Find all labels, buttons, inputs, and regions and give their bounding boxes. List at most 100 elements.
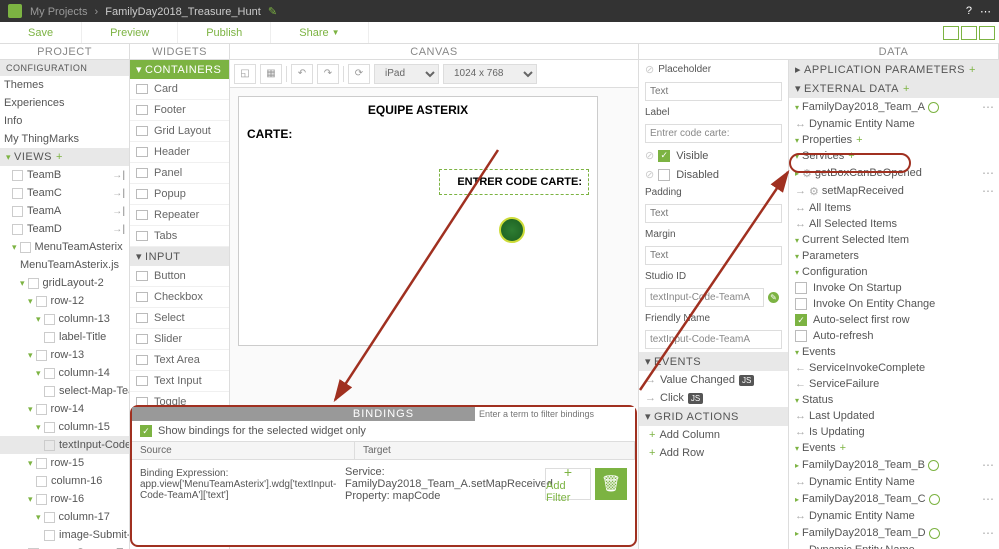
all-items-node[interactable]: ↔All Items [789,200,999,216]
add-row-button[interactable]: +Add Row [639,444,788,462]
parameters-node[interactable]: ▾Parameters [789,248,999,264]
row-15-item[interactable]: row-15 [0,454,129,472]
all-selected-items-node[interactable]: ↔All Selected Items [789,216,999,232]
add-filter-button[interactable]: +Add Filter [545,468,591,500]
widget-header[interactable]: Header [130,142,229,163]
breadcrumb-root[interactable]: My Projects [30,6,87,18]
is-updating-item[interactable]: ↔Is Updating [789,424,999,440]
properties-node[interactable]: ▾Properties+ [789,132,999,148]
status-node[interactable]: ▾Status [789,392,999,408]
column-15-item[interactable]: column-15 [0,418,129,436]
studio-id-input[interactable] [645,288,764,307]
textinput-code-item[interactable]: textInput-Code-TeamA [0,436,129,454]
studio-id-link-icon[interactable]: ✎ [768,292,779,303]
gridlayout-item[interactable]: gridLayout-2 [0,274,129,292]
menu-js-item[interactable]: MenuTeamAsterix.js [0,256,129,274]
column-13-item[interactable]: column-13 [0,310,129,328]
team-c-dyn[interactable]: ↔Dynamic Entity Name [789,508,999,524]
column-17-item[interactable]: column-17 [0,508,129,526]
click-event[interactable]: →ClickJS [639,389,788,407]
label-input[interactable] [645,124,782,143]
column-14-item[interactable]: column-14 [0,364,129,382]
label-title-item[interactable]: label-Title [0,328,129,346]
breadcrumb-project[interactable]: FamilyDay2018_Treasure_Hunt [105,6,261,18]
service-failure-event[interactable]: ←ServiceFailure [789,376,999,392]
widget-popup[interactable]: Popup [130,184,229,205]
delete-binding-button[interactable]: 🗑 [595,468,627,500]
menu-icon[interactable]: ⋯ [980,5,991,18]
visible-checkbox[interactable]: ✓ [658,150,670,162]
undo-button[interactable]: ↶ [291,64,313,84]
team-b-entity[interactable]: ▸FamilyDay2018_Team_B⋯ [789,456,999,474]
service-getbox[interactable]: ▸⚙getBoxCanBeOpened⋯ [789,164,999,182]
widget-slider[interactable]: Slider [130,329,229,350]
select-map-item[interactable]: select-Map-TeamA [0,382,129,400]
widget-panel[interactable]: Panel [130,163,229,184]
resolution-select[interactable]: 1024 x 768 [443,64,537,84]
last-updated-item[interactable]: ↔Last Updated [789,408,999,424]
value-changed-event[interactable]: →Value ChangedJS [639,371,788,389]
placeholder-input[interactable] [645,82,782,101]
rotate-button[interactable]: ⟳ [348,64,370,84]
code-input-widget[interactable]: ENTRER CODE CARTE: [439,169,589,195]
widget-tabs[interactable]: Tabs [130,226,229,247]
view-layout-2-icon[interactable] [961,26,977,40]
add-column-button[interactable]: +Add Column [639,426,788,444]
view-layout-1-icon[interactable] [943,26,959,40]
configuration-node[interactable]: ▾Configuration [789,264,999,280]
team-a-entity[interactable]: ▾FamilyDay2018_Team_A⋯ [789,98,999,116]
row-13-item[interactable]: row-13 [0,346,129,364]
publish-button[interactable]: Publish [178,22,271,43]
team-a-view[interactable]: TeamA→| [0,202,129,220]
themes-item[interactable]: Themes [0,76,129,94]
team-d-entity[interactable]: ▸FamilyDay2018_Team_D⋯ [789,524,999,542]
preview-button[interactable]: Preview [82,22,178,43]
image-submit-item[interactable]: image-Submit-TeamA [0,526,129,544]
team-b-view[interactable]: TeamB→| [0,166,129,184]
widget-card[interactable]: Card [130,79,229,100]
invoke-startup-check[interactable]: Invoke On Startup [789,280,999,296]
row-14-item[interactable]: row-14 [0,400,129,418]
widget-textarea[interactable]: Text Area [130,350,229,371]
widget-textinput[interactable]: Text Input [130,371,229,392]
save-button[interactable]: Save [0,22,82,43]
padding-input[interactable] [645,204,782,223]
team-d-dyn[interactable]: ↔Dynamic Entity Name [789,542,999,549]
margin-input[interactable] [645,246,782,265]
redo-button[interactable]: ↷ [317,64,339,84]
events2-node[interactable]: ▾Events+ [789,440,999,456]
view-layout-3-icon[interactable] [979,26,995,40]
team-c-view[interactable]: TeamC→| [0,184,129,202]
row-16-item[interactable]: row-16 [0,490,129,508]
canvas-btn-1[interactable]: ◱ [234,64,256,84]
popup-success-item[interactable]: popup-Succes-TeamA [0,544,129,549]
team-d-view[interactable]: TeamD→| [0,220,129,238]
disabled-checkbox[interactable] [658,169,670,181]
help-icon[interactable]: ? [966,5,972,18]
service-setmap[interactable]: →⚙setMapReceived⋯ [789,182,999,200]
service-complete-event[interactable]: ←ServiceInvokeComplete [789,360,999,376]
widget-checkbox[interactable]: Checkbox [130,287,229,308]
friendly-name-input[interactable] [645,330,782,349]
canvas-btn-2[interactable]: ▦ [260,64,282,84]
share-button[interactable]: Share ▼ [271,22,368,43]
auto-select-check[interactable]: ✓Auto-select first row [789,312,999,328]
thingmarks-item[interactable]: My ThingMarks [0,130,129,148]
row-12-item[interactable]: row-12 [0,292,129,310]
team-b-dyn[interactable]: ↔Dynamic Entity Name [789,474,999,490]
widget-select[interactable]: Select [130,308,229,329]
experiences-item[interactable]: Experiences [0,94,129,112]
column-16-item[interactable]: column-16 [0,472,129,490]
show-selected-checkbox[interactable]: ✓ [140,425,152,437]
widget-button[interactable]: Button [130,266,229,287]
current-selected-node[interactable]: ▾Current Selected Item [789,232,999,248]
widget-footer[interactable]: Footer [130,100,229,121]
widget-grid-layout[interactable]: Grid Layout [130,121,229,142]
bindings-filter-input[interactable] [475,407,635,421]
events-node[interactable]: ▾Events [789,344,999,360]
team-c-entity[interactable]: ▸FamilyDay2018_Team_C⋯ [789,490,999,508]
widget-repeater[interactable]: Repeater [130,205,229,226]
dynamic-entity-name[interactable]: ↔Dynamic Entity Name [789,116,999,132]
menu-asterix-view[interactable]: MenuTeamAsterix [0,238,129,256]
device-select[interactable]: iPad [374,64,439,84]
